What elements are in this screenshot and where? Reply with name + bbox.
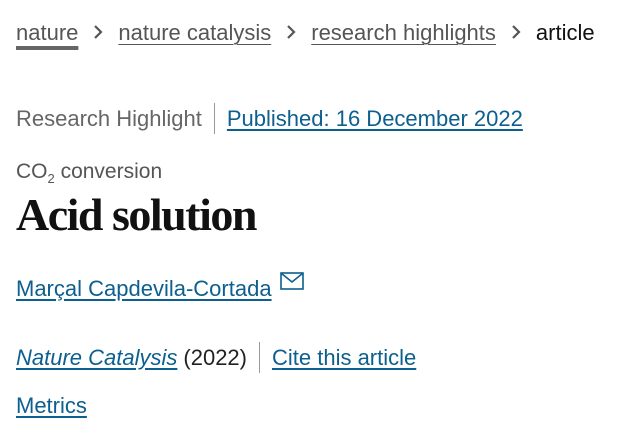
breadcrumb: nature nature catalysis research highlig… bbox=[16, 20, 595, 46]
article-subject: CO2 conversion bbox=[16, 160, 163, 186]
article-type: Research Highlight bbox=[16, 105, 202, 131]
mail-icon[interactable] bbox=[279, 270, 304, 296]
breadcrumb-nature-catalysis[interactable]: nature catalysis bbox=[118, 20, 271, 46]
subject-prefix: CO bbox=[16, 160, 48, 183]
subject-suffix: conversion bbox=[54, 160, 163, 183]
breadcrumb-nature[interactable]: nature bbox=[16, 20, 78, 46]
metrics-link[interactable]: Metrics bbox=[16, 393, 87, 419]
chevron-right-icon bbox=[286, 23, 296, 44]
chevron-right-icon bbox=[511, 23, 521, 44]
page-title: Acid solution bbox=[16, 189, 257, 240]
breadcrumb-current: article bbox=[535, 20, 595, 45]
divider bbox=[258, 342, 260, 373]
subject-subscript: 2 bbox=[47, 171, 55, 186]
journal-year: (2022) bbox=[183, 344, 247, 370]
journal-info: Nature Catalysis (2022) Cite this articl… bbox=[16, 342, 416, 373]
journal-link[interactable]: Nature Catalysis bbox=[16, 345, 177, 371]
chevron-right-icon bbox=[93, 23, 103, 44]
author-list: Marçal Capdevila-Cortada bbox=[16, 272, 304, 302]
breadcrumb-research-highlights[interactable]: research highlights bbox=[311, 20, 496, 46]
author-link[interactable]: Marçal Capdevila-Cortada bbox=[16, 276, 272, 302]
cite-article-link[interactable]: Cite this article bbox=[272, 345, 416, 371]
divider bbox=[213, 103, 215, 134]
article-meta: Research Highlight Published: 16 Decembe… bbox=[16, 103, 523, 134]
published-date-link[interactable]: Published: 16 December 2022 bbox=[227, 106, 523, 132]
